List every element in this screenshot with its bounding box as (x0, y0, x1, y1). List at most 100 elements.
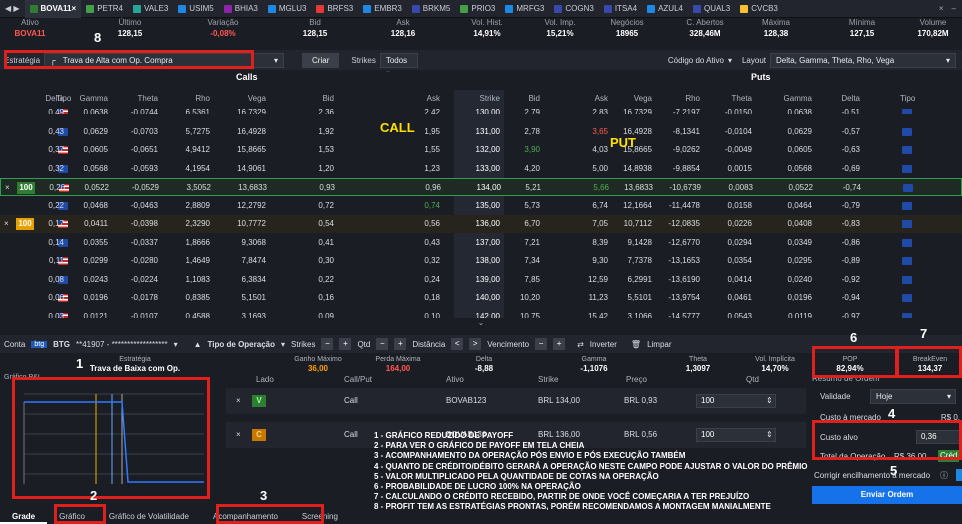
call-cell: -0,0178 (130, 293, 158, 302)
call-cell: 1,1083 (185, 274, 210, 284)
asset-tab[interactable]: MGLU3 (263, 0, 312, 18)
asset-tab[interactable]: VALE3 (128, 0, 173, 18)
put-cell: 14,8938 (623, 163, 652, 173)
limpar-button[interactable]: Limpar (647, 340, 671, 349)
validade-select[interactable]: Hoje ▾ (870, 389, 956, 404)
chevron-down-icon: ▾ (274, 55, 279, 65)
distancia-right-button[interactable]: > (469, 338, 482, 350)
option-row[interactable]: 0,14 0,0355 -0,0337 1,8666 9,3068 0,41 0,43 137… (0, 234, 962, 252)
call-cell: 0,0605 (83, 145, 108, 154)
option-row[interactable]: 0,11 0,0299 -0,0280 1,4649 7,8474 0,30 0,32 138… (0, 252, 962, 270)
asset-tab[interactable]: COGN3 (549, 0, 598, 18)
strikes-plus-button[interactable]: + (339, 338, 352, 350)
put-cell: 0,0414 (727, 274, 752, 284)
account-select[interactable]: **41907 - ****************** (76, 340, 168, 349)
asset-tab[interactable]: BHIA3 (219, 0, 263, 18)
bottom-tab[interactable]: Grade (0, 510, 48, 524)
codigo-ativo-select[interactable]: Código do Ativo (668, 56, 724, 65)
asset-tab[interactable]: BOVA11 × (24, 0, 82, 18)
layout-value: Delta, Gamma, Theta, Rho, Vega (776, 55, 895, 65)
remove-leg-icon[interactable]: × (4, 215, 12, 233)
strikes-minus-button[interactable]: − (321, 338, 334, 350)
option-row[interactable]: 0,06 0,0196 -0,0178 0,8385 5,1501 0,16 0,18 140… (0, 289, 962, 307)
call-cell: -0,0529 (131, 183, 159, 192)
qtd-plus-button[interactable]: + (394, 338, 407, 350)
asset-tab[interactable]: PRIO3 (455, 0, 500, 18)
option-row[interactable]: 0,32 0,0568 -0,0593 4,1954 14,9061 1,20 1,23 13… (0, 160, 962, 178)
call-cell: 4,9412 (185, 145, 210, 154)
put-cell: -0,63 (841, 145, 860, 154)
legs-header-cell: Call/Put (344, 375, 373, 384)
close-icon[interactable]: × (939, 4, 944, 13)
corrigir-toggle[interactable] (956, 469, 962, 481)
stepper-icon[interactable]: ⇕ (766, 388, 773, 414)
inverter-button[interactable]: Inverter (590, 340, 617, 349)
put-cell: 7,85 (524, 274, 540, 284)
vencimento-minus-button[interactable]: − (535, 338, 548, 350)
minimize-icon[interactable]: – (952, 4, 956, 13)
nav-arrows[interactable]: ◀ ▶ (0, 0, 25, 18)
stat-delta: Delta -8,88 (454, 355, 514, 374)
collapse-chevron-icon[interactable]: ⌄ (0, 318, 962, 334)
bottom-tab[interactable]: Screening (290, 510, 350, 524)
marker-3: 3 (260, 488, 268, 503)
put-cell: 5,73 (524, 200, 540, 210)
asset-tab-icon (554, 4, 563, 13)
asset-tab[interactable]: BRFS3 (311, 0, 358, 18)
asset-tab[interactable]: USIM5 (173, 0, 218, 18)
asset-tab-label: BRKM5 (422, 4, 451, 13)
asset-tab[interactable]: PETR4 (81, 0, 128, 18)
asset-tab[interactable]: AZUL4 (642, 0, 688, 18)
asset-tab-label: CVCB3 (751, 4, 778, 13)
qtd-minus-button[interactable]: − (376, 338, 389, 350)
option-row[interactable]: 0,08 0,0243 -0,0224 1,1083 6,3834 0,22 0,24 139… (0, 271, 962, 289)
asset-tab[interactable]: EMBR3 (358, 0, 407, 18)
remove-leg-icon[interactable]: × (5, 179, 13, 197)
layout-select[interactable]: Delta, Gamma, Theta, Rho, Vega ▾ (770, 52, 956, 68)
remove-leg-icon[interactable]: × (236, 422, 241, 448)
call-cell: 7,8474 (241, 256, 266, 265)
option-row[interactable]: × 100 0,17 0,0411 -0,0398 2,3290 10,7772 0,54 0,… (0, 215, 962, 233)
call-cell: 0,0299 (83, 256, 108, 265)
asset-tab[interactable]: QUAL3 (688, 0, 735, 18)
chevron-down-icon: ▾ (280, 339, 285, 349)
asset-tab[interactable]: MRFG3 (500, 0, 549, 18)
lock-icon[interactable]: ▲ (194, 340, 202, 349)
distancia-left-button[interactable]: < (451, 338, 464, 350)
put-cell: 6,2991 (627, 274, 652, 284)
option-row[interactable]: 0,49 0,0638 -0,0744 6,5361 16,7329 2,36 2,42 13… (0, 104, 962, 114)
custo-alvo-input[interactable]: 0,36 (916, 430, 962, 444)
bottom-tab[interactable]: Gráfico (47, 510, 97, 524)
call-cell: 0,30 (318, 256, 334, 265)
annotation-note: 2 - PARA VER O GRÁFICO DE PAYOFF EM TELA… (374, 441, 585, 451)
put-cell: 0,0015 (727, 163, 752, 173)
vencimento-plus-button[interactable]: + (553, 338, 566, 350)
option-row[interactable]: 0,22 0,0468 -0,0463 2,8809 12,2792 0,72 0,74 13… (0, 197, 962, 215)
send-order-button[interactable]: Enviar Ordem (812, 486, 962, 504)
leg-qty-input[interactable]: 100 (696, 394, 776, 408)
option-row[interactable]: × 100 0,26 0,0522 -0,0529 3,5052 13,6833 0,93 0,… (0, 178, 962, 196)
asset-tab-label: BHIA3 (234, 4, 258, 13)
put-cell: -0,57 (841, 126, 860, 136)
tipo-operacao-select[interactable]: Tipo de Operação (208, 340, 275, 349)
close-icon[interactable]: × (72, 4, 77, 13)
bottom-tab[interactable]: Gráfico de Volatilidade (97, 510, 201, 524)
bottom-tab[interactable]: Acompanhamento (201, 510, 290, 524)
strikes-select[interactable]: Todos ▾ (379, 52, 418, 78)
call-cell: -0,0337 (130, 237, 158, 247)
remove-leg-icon[interactable]: × (236, 388, 241, 414)
option-row[interactable]: 0,37 0,0605 -0,0651 4,9412 15,8665 1,53 1,55 13… (0, 141, 962, 159)
leg-side-badge[interactable]: V (252, 395, 266, 407)
put-cell: -0,51 (841, 108, 860, 114)
put-cell: 6,74 (592, 200, 608, 210)
leg-side-badge[interactable]: C (252, 429, 266, 441)
create-button[interactable]: Criar (302, 52, 340, 68)
asset-tab[interactable]: ITSA4 (599, 0, 642, 18)
strategy-select[interactable]: ┌ Trava de Alta com Op. Compra ▾ (44, 52, 285, 68)
pnl-chart[interactable]: Gráfico P&L (4, 374, 218, 504)
option-row[interactable]: 0,43 0,0629 -0,0703 5,7275 16,4928 1,92 1,95 13… (0, 123, 962, 141)
marker-6: 6 (850, 330, 858, 345)
asset-tab[interactable]: CVCB3 (735, 0, 783, 18)
asset-tab[interactable]: BRKM5 (407, 0, 456, 18)
put-cell: 7,7378 (627, 256, 652, 265)
